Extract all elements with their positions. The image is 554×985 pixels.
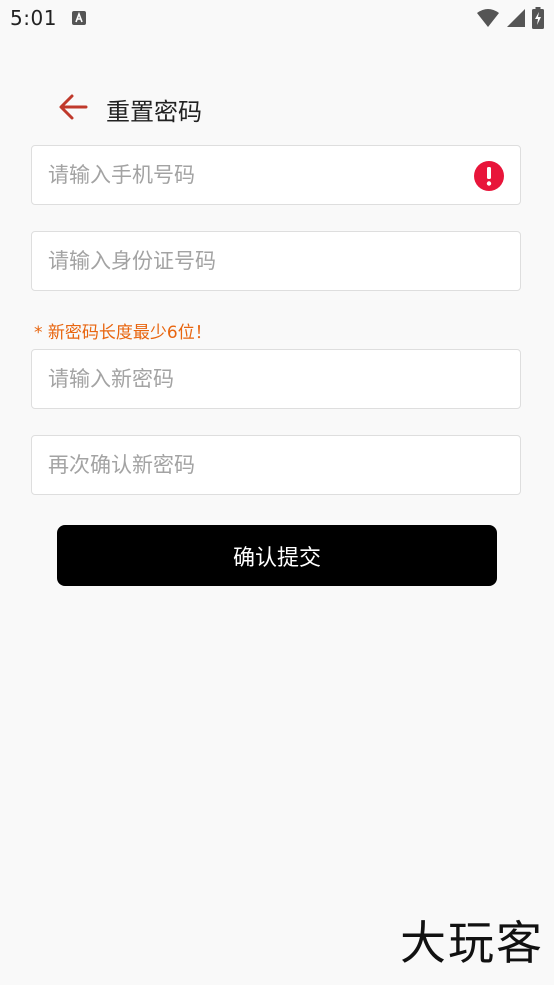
status-time: 5:01 (10, 6, 57, 30)
status-bar: 5:01 (0, 0, 554, 40)
id-card-input[interactable] (32, 232, 520, 290)
wifi-icon (476, 8, 500, 28)
error-icon (474, 161, 504, 191)
page-title: 重置密码 (106, 98, 202, 126)
header: 重置密码 (0, 80, 554, 134)
watermark-logo: 大玩客 (400, 916, 544, 970)
signal-icon (506, 8, 526, 28)
new-password-field (31, 349, 521, 409)
new-password-input[interactable] (32, 350, 520, 408)
id-card-field (31, 231, 521, 291)
password-length-hint: * 新密码长度最少6位！ (34, 323, 212, 343)
submit-button[interactable]: 确认提交 (57, 525, 497, 586)
battery-charging-icon (532, 7, 544, 29)
confirm-password-input[interactable] (32, 436, 520, 494)
phone-input[interactable] (32, 146, 520, 204)
status-icons (476, 7, 544, 29)
arrow-left-icon (54, 94, 94, 128)
back-button[interactable] (54, 90, 94, 124)
notification-a-icon (72, 11, 86, 25)
confirm-password-field (31, 435, 521, 495)
phone-field (31, 145, 521, 205)
